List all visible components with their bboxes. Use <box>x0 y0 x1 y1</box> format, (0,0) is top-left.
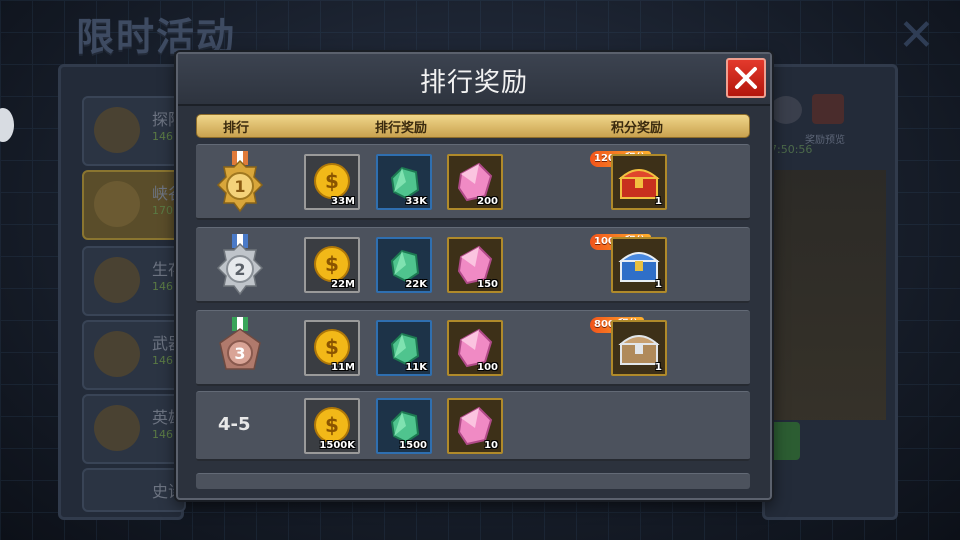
crystal-quantity: 100 <box>477 362 498 373</box>
crown-icon[interactable] <box>770 96 802 124</box>
reward-row-1: 1 $ 33M 33K 200 1200 积分 1 <box>196 144 750 220</box>
event-list-count: 146 <box>152 130 173 143</box>
chest-quantity: 1 <box>655 196 662 207</box>
event-list-item[interactable]: 英雄 146 <box>82 394 186 464</box>
gem-quantity: 33K <box>405 196 427 207</box>
event-scene-image <box>766 170 886 420</box>
silver-chest-reward[interactable]: 1 <box>611 320 667 376</box>
green-gem-reward[interactable]: 22K <box>376 237 432 293</box>
green-gem-reward[interactable]: 11K <box>376 320 432 376</box>
background-close-icon[interactable]: ✕ <box>898 14 935 58</box>
event-list-item[interactable]: 探险 146 <box>82 96 186 166</box>
coin-quantity: 22M <box>331 279 355 290</box>
hat-icon <box>94 107 140 153</box>
column-header-bar: 排行 排行奖励 积分奖励 <box>196 114 750 138</box>
pink-crystal-reward[interactable]: 150 <box>447 237 503 293</box>
svg-text:$: $ <box>325 335 339 359</box>
gold-coin-reward[interactable]: $ 33M <box>304 154 360 210</box>
event-list-item[interactable]: 史诗 <box>82 468 186 512</box>
coin-quantity: 1500K <box>319 440 355 451</box>
close-x-icon <box>735 67 757 89</box>
dialog-header: 排行奖励 <box>178 54 770 106</box>
hat-icon <box>94 181 140 227</box>
gold-coin-reward[interactable]: $ 1500K <box>304 398 360 454</box>
event-list-item[interactable]: 武器 146 <box>82 320 186 390</box>
reward-row-5 <box>196 473 750 489</box>
rank-reward-dialog: 排行奖励 排行 排行奖励 积分奖励 1 $ 33M 33K 200 1200 1… <box>176 52 772 500</box>
event-list-item[interactable]: 生存 146 <box>82 246 186 316</box>
svg-text:$: $ <box>325 169 339 193</box>
chest-quantity: 1 <box>655 362 662 373</box>
column-rank-reward: 排行奖励 <box>375 121 428 136</box>
event-list-item[interactable]: 峡谷 170 <box>82 170 186 240</box>
pink-crystal-reward[interactable]: 100 <box>447 320 503 376</box>
gold-chest-reward[interactable]: 1 <box>611 154 667 210</box>
gold-medal-icon: 1 <box>216 151 264 213</box>
green-gem-reward[interactable]: 33K <box>376 154 432 210</box>
gold-coin-reward[interactable]: $ 22M <box>304 237 360 293</box>
chest-quantity: 1 <box>655 279 662 290</box>
gold-coin-reward[interactable]: $ 11M <box>304 320 360 376</box>
pink-crystal-reward[interactable]: 200 <box>447 154 503 210</box>
coin-quantity: 11M <box>331 362 355 373</box>
event-list-count: 146 <box>152 428 173 441</box>
column-rank: 排行 <box>223 121 250 136</box>
dialog-title: 排行奖励 <box>419 68 528 98</box>
silver-medal-icon: 2 <box>216 234 264 296</box>
box-icon <box>94 257 140 303</box>
medal-rank-number: 3 <box>234 344 245 363</box>
pink-crystal-reward[interactable]: 10 <box>447 398 503 454</box>
medal-rank-number: 2 <box>234 260 245 279</box>
reward-row-2: 2 $ 22M 22K 150 1000 积分 1 <box>196 227 750 303</box>
gem-quantity: 22K <box>405 279 427 290</box>
weapon-icon <box>94 331 140 377</box>
reward-row-3: 3 $ 11M 11K 100 800 积分 1 <box>196 310 750 386</box>
chest-icon <box>94 405 140 451</box>
medal-rank-number: 1 <box>234 177 245 196</box>
event-list-count: 146 <box>152 280 173 293</box>
blue-chest-reward[interactable]: 1 <box>611 237 667 293</box>
bronze-medal-icon: 3 <box>219 317 261 370</box>
event-list-count: 170 <box>152 204 173 217</box>
event-list-count: 146 <box>152 354 173 367</box>
crystal-quantity: 200 <box>477 196 498 207</box>
crystal-quantity: 10 <box>484 440 498 451</box>
gem-quantity: 1500 <box>399 440 427 451</box>
reward-row-4: 4-5 $ 1500K 1500 10 <box>196 391 750 461</box>
close-button[interactable] <box>726 58 766 98</box>
rank-range: 4-5 <box>218 414 251 435</box>
event-timer: 7:50:56 <box>770 143 813 156</box>
column-points-reward: 积分奖励 <box>611 121 664 136</box>
svg-text:$: $ <box>325 252 339 276</box>
crystal-quantity: 150 <box>477 279 498 290</box>
gem-quantity: 11K <box>405 362 427 373</box>
green-gem-reward[interactable]: 1500 <box>376 398 432 454</box>
coin-quantity: 33M <box>331 196 355 207</box>
svg-text:$: $ <box>325 413 339 437</box>
reward-preview-icon[interactable] <box>812 94 844 124</box>
